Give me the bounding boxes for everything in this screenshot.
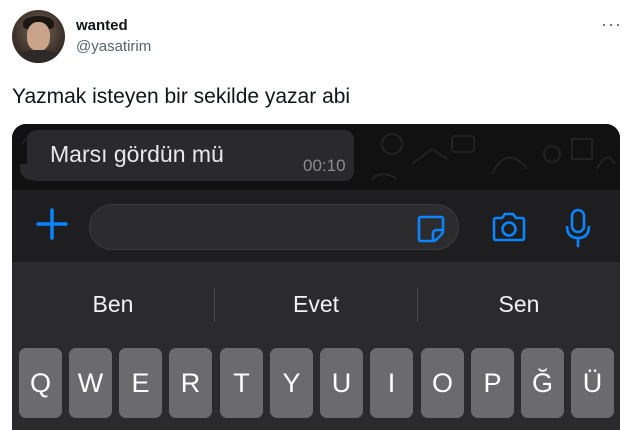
key-i[interactable]: I xyxy=(370,348,413,418)
key-w[interactable]: W xyxy=(69,348,112,418)
chat-background: Marsı gördün mü 00:10 xyxy=(12,124,620,190)
key-y[interactable]: Y xyxy=(270,348,313,418)
key-e[interactable]: E xyxy=(119,348,162,418)
avatar[interactable] xyxy=(12,10,65,63)
plus-icon[interactable] xyxy=(32,204,72,244)
message-input[interactable] xyxy=(89,204,459,250)
message-input-bar xyxy=(12,190,620,262)
sticker-icon[interactable] xyxy=(415,213,447,245)
key-q[interactable]: Q xyxy=(19,348,62,418)
tweet-media-screenshot[interactable]: Marsı gördün mü 00:10 Ben Evet Sen Q W E… xyxy=(12,124,620,430)
message-text: Marsı gördün mü xyxy=(50,141,224,167)
suggestion-bar: Ben Evet Sen xyxy=(12,282,620,327)
message-bubble[interactable]: Marsı gördün mü 00:10 xyxy=(27,130,354,181)
suggestion-2[interactable]: Evet xyxy=(215,282,417,327)
key-t[interactable]: T xyxy=(220,348,263,418)
key-o[interactable]: O xyxy=(421,348,464,418)
camera-icon[interactable] xyxy=(490,210,528,246)
key-row-top: Q W E R T Y U I O P Ğ Ü xyxy=(12,348,620,418)
user-handle[interactable]: @yasatirim xyxy=(76,38,151,55)
keyboard: Ben Evet Sen Q W E R T Y U I O P Ğ Ü xyxy=(12,262,620,430)
message-time: 00:10 xyxy=(303,156,346,175)
avatar-face xyxy=(27,22,50,51)
avatar-shirt xyxy=(18,50,59,63)
key-r[interactable]: R xyxy=(169,348,212,418)
suggestion-3[interactable]: Sen xyxy=(418,282,620,327)
key-p[interactable]: P xyxy=(471,348,514,418)
key-u-umlaut[interactable]: Ü xyxy=(571,348,614,418)
key-g-breve[interactable]: Ğ xyxy=(521,348,564,418)
suggestion-1[interactable]: Ben xyxy=(12,282,214,327)
tweet-text: Yazmak isteyen bir sekilde yazar abi xyxy=(12,85,351,108)
more-dots-icon[interactable]: ··· xyxy=(601,14,622,35)
microphone-icon[interactable] xyxy=(563,207,593,249)
display-name[interactable]: wanted xyxy=(76,17,128,34)
key-u[interactable]: U xyxy=(320,348,363,418)
